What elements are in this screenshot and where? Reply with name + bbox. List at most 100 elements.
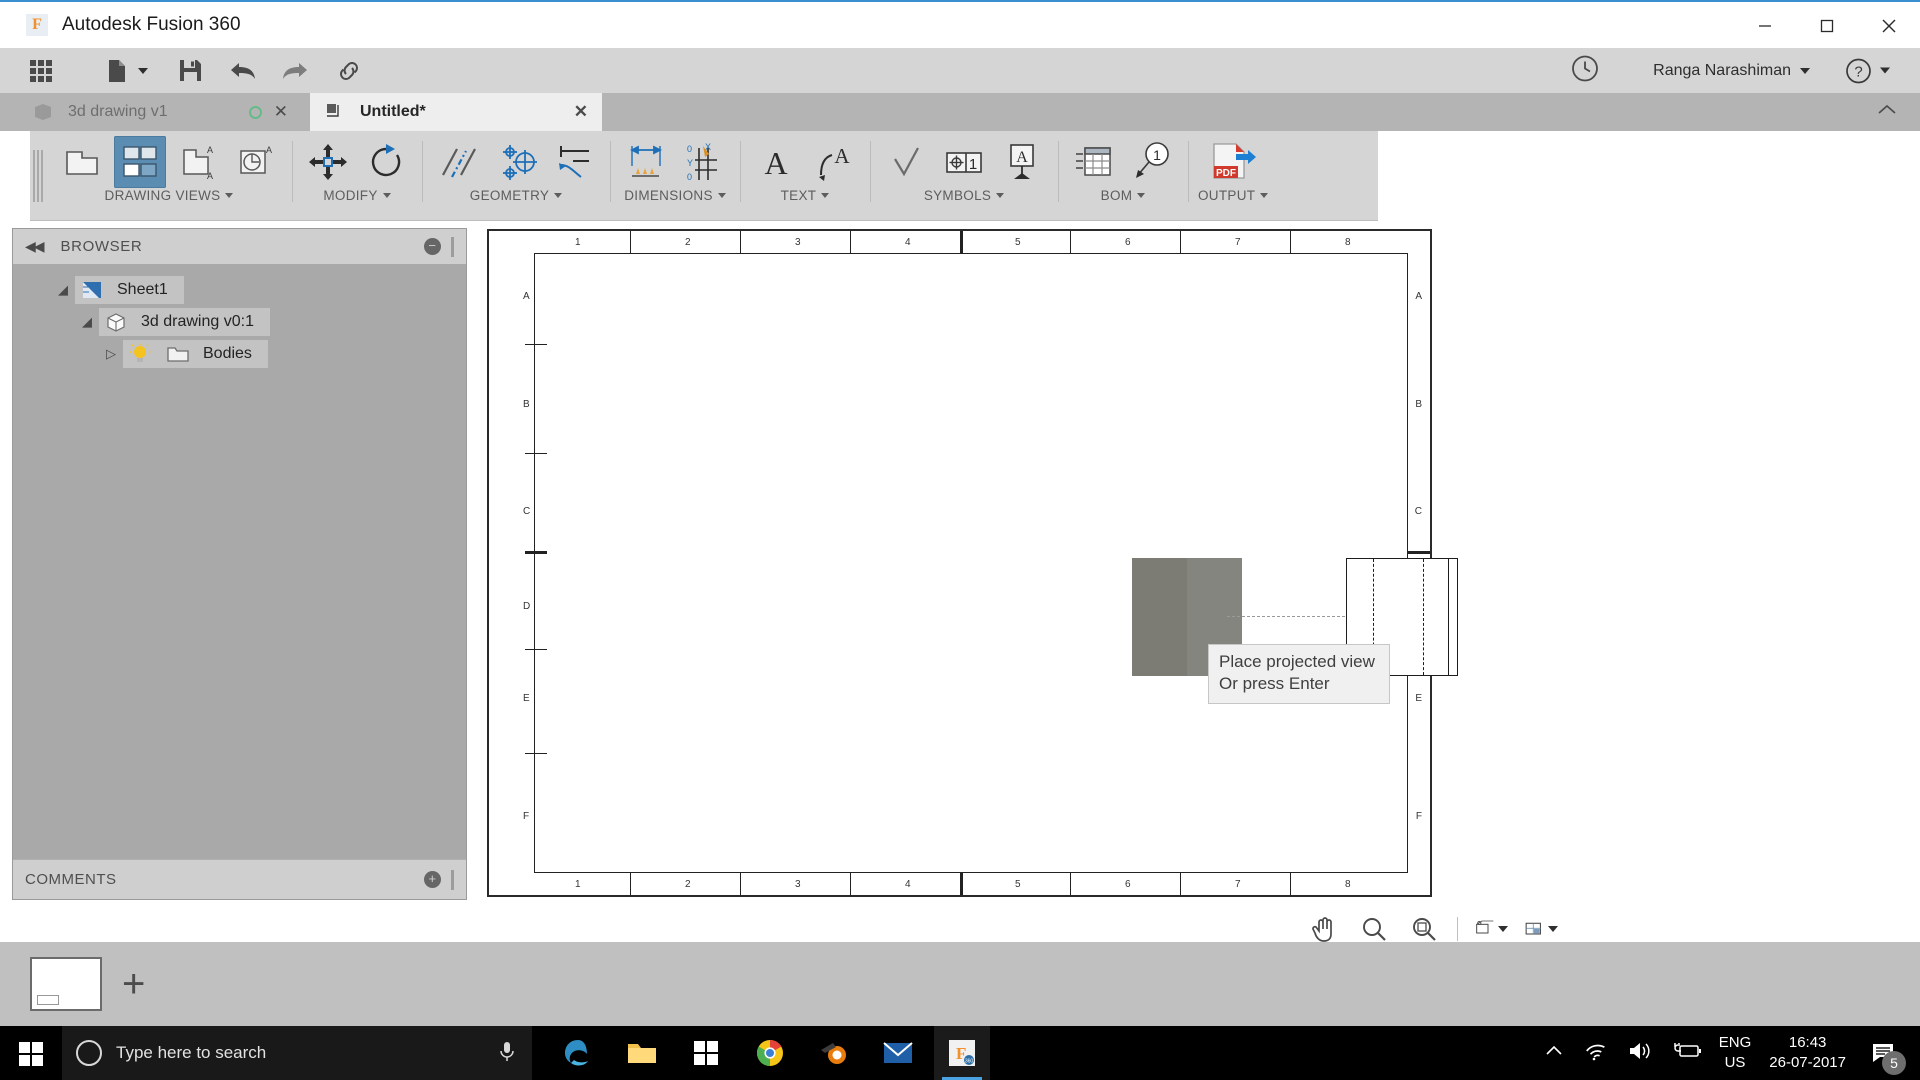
ruler-label: 2: [685, 879, 691, 890]
sidebar-item-sheet1[interactable]: ◢ Sheet1: [13, 274, 466, 306]
sidebar-item-3d-drawing[interactable]: ◢ 3d drawing v0:1: [13, 306, 466, 338]
sheet-border: [534, 253, 1408, 873]
ordinate-dimension-icon[interactable]: 0 X Y 0: [678, 136, 730, 188]
store-icon[interactable]: [678, 1026, 734, 1080]
tab-untitled[interactable]: Untitled* ✕: [310, 93, 602, 131]
expand-arrow-icon[interactable]: ▷: [99, 346, 123, 362]
export-pdf-icon[interactable]: PDF: [1204, 136, 1262, 188]
close-icon[interactable]: ✕: [574, 102, 588, 122]
sidebar-item-bodies[interactable]: ▷ Bodies: [13, 338, 466, 370]
language-indicator[interactable]: ENG US: [1719, 1033, 1752, 1074]
svg-text:A: A: [764, 145, 787, 181]
microphone-icon[interactable]: [496, 1039, 518, 1068]
minimize-button[interactable]: [1734, 2, 1796, 50]
clock-date: 26-07-2017: [1769, 1054, 1846, 1071]
leader-text-icon[interactable]: A: [808, 136, 860, 188]
centerline-icon[interactable]: [432, 136, 484, 188]
volume-icon[interactable]: [1627, 1040, 1653, 1067]
ribbon-group-label[interactable]: OUTPUT: [1198, 188, 1269, 203]
save-icon[interactable]: [178, 48, 203, 93]
ribbon-group-bom: 1 BOM: [1058, 131, 1188, 220]
tab-label: 3d drawing v1: [68, 103, 168, 120]
edge-extension-icon[interactable]: [548, 136, 600, 188]
show-hidden-icons-chevron[interactable]: [1543, 1042, 1565, 1065]
help-menu[interactable]: ?: [1845, 57, 1890, 84]
text-icon[interactable]: A: [750, 136, 802, 188]
chevron-down-icon: [1137, 193, 1146, 198]
undo-icon[interactable]: [229, 48, 257, 93]
ribbon-group-label[interactable]: DRAWING VIEWS: [105, 188, 234, 203]
blender-icon[interactable]: [806, 1026, 862, 1080]
center-mark-pattern-icon[interactable]: [490, 136, 542, 188]
rotate-icon[interactable]: [360, 136, 412, 188]
mail-icon[interactable]: [870, 1026, 926, 1080]
new-file-icon[interactable]: [106, 48, 148, 93]
panel-resize-handle[interactable]: [451, 869, 454, 890]
chrome-icon[interactable]: [742, 1026, 798, 1080]
detail-view-icon[interactable]: A: [230, 136, 282, 188]
surface-texture-icon[interactable]: [880, 136, 932, 188]
close-icon[interactable]: ✕: [274, 102, 288, 122]
search-input[interactable]: Type here to search: [62, 1026, 532, 1080]
linear-dimension-icon[interactable]: [620, 136, 672, 188]
section-view-icon[interactable]: A A: [172, 136, 224, 188]
feature-control-frame-icon[interactable]: 1: [938, 136, 990, 188]
ribbon-group-label[interactable]: BOM: [1101, 188, 1146, 203]
expand-arrow-icon[interactable]: ◢: [75, 314, 99, 330]
fusion360-icon[interactable]: F 360: [934, 1026, 990, 1080]
comments-panel-header[interactable]: COMMENTS +: [13, 859, 466, 899]
tab-3d-drawing-v1[interactable]: 3d drawing v1 ✕: [18, 93, 302, 131]
display-settings-icon[interactable]: [1474, 914, 1508, 944]
sheet1-thumbnail[interactable]: [30, 957, 102, 1011]
ruler-tick: [740, 873, 742, 895]
drawing-sheet: 1 2 3 4 5 6 7 8 1 2 3 4 5 6 7 8 A B C D …: [487, 229, 1897, 1080]
parts-list-icon[interactable]: [1068, 136, 1120, 188]
ribbon-group-label[interactable]: GEOMETRY: [470, 188, 563, 203]
close-button[interactable]: [1858, 2, 1920, 50]
link-icon[interactable]: [335, 48, 363, 93]
browser-pin-icon[interactable]: −: [424, 238, 441, 255]
ribbon-group-label[interactable]: TEXT: [781, 188, 830, 203]
battery-charging-icon[interactable]: [1671, 1041, 1701, 1066]
ruler-label: F: [523, 811, 530, 822]
windows-start-icon[interactable]: [0, 1026, 62, 1080]
move-icon[interactable]: [302, 136, 354, 188]
grid-snap-icon[interactable]: [1524, 914, 1558, 944]
add-sheet-button[interactable]: +: [122, 964, 145, 1004]
collapse-panel-icon[interactable]: ◀◀: [25, 238, 44, 255]
ribbon-group-label[interactable]: MODIFY: [323, 188, 391, 203]
file-explorer-icon[interactable]: [614, 1026, 670, 1080]
base-view-icon[interactable]: [56, 136, 108, 188]
ribbon-grip[interactable]: [30, 131, 46, 220]
pan-icon[interactable]: [1307, 914, 1341, 944]
light-bulb-icon[interactable]: [127, 343, 153, 365]
collapse-ribbon-icon[interactable]: [1876, 102, 1898, 123]
datum-identifier-icon[interactable]: A: [996, 136, 1048, 188]
ribbon-group-geometry: GEOMETRY: [422, 131, 610, 220]
wifi-icon[interactable]: [1583, 1040, 1609, 1067]
clock-history-icon[interactable]: [1570, 53, 1600, 88]
chevron-down-icon[interactable]: [1548, 926, 1558, 932]
panel-resize-handle[interactable]: [451, 236, 454, 257]
account-menu[interactable]: Ranga Narashiman: [1653, 62, 1810, 80]
edge-icon[interactable]: [550, 1026, 606, 1080]
drawing-canvas[interactable]: 1 2 3 4 5 6 7 8 1 2 3 4 5 6 7 8 A B C D …: [467, 222, 1920, 1080]
maximize-button[interactable]: [1796, 2, 1858, 50]
balloon-icon[interactable]: 1: [1126, 136, 1178, 188]
zoom-icon[interactable]: [1357, 914, 1391, 944]
projected-view-icon[interactable]: [114, 136, 166, 188]
ruler-tick: [1290, 873, 1292, 895]
expand-arrow-icon[interactable]: ◢: [51, 282, 75, 298]
ribbon-group-label[interactable]: DIMENSIONS: [624, 188, 726, 203]
chevron-down-icon[interactable]: [138, 67, 148, 74]
chevron-down-icon: [1800, 67, 1810, 74]
comments-add-icon[interactable]: +: [424, 871, 441, 888]
model-cube-icon: [32, 102, 54, 122]
zoom-window-icon[interactable]: [1407, 914, 1441, 944]
action-center-icon[interactable]: 5: [1864, 1033, 1906, 1075]
chevron-down-icon[interactable]: [1498, 926, 1508, 932]
redo-icon[interactable]: [281, 48, 309, 93]
app-grid-icon[interactable]: [24, 48, 58, 93]
clock[interactable]: 16:43 26-07-2017: [1769, 1033, 1846, 1074]
ribbon-group-label[interactable]: SYMBOLS: [924, 188, 1005, 203]
